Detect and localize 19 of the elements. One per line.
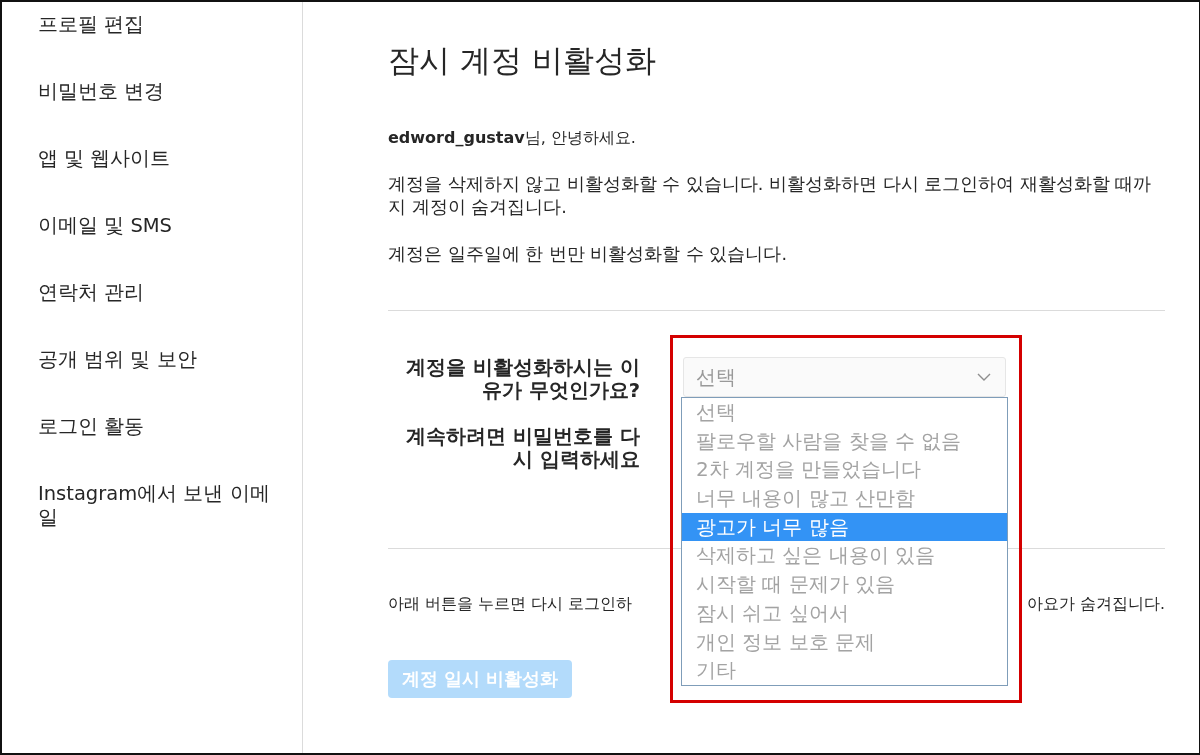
reason-label: 계정을 비활성화하시는 이유가 무엇인가요? — [405, 356, 640, 402]
sidebar-item[interactable]: 비밀번호 변경 — [2, 80, 280, 104]
dropdown-option[interactable]: 광고가 너무 많음 — [682, 512, 1007, 542]
notice-text: 아래 버튼을 누르면 다시 로그인하 — [388, 594, 632, 615]
password-label: 계속하려면 비밀번호를 다시 입력하세요 — [405, 425, 640, 471]
sidebar-item[interactable]: 이메일 및 SMS — [2, 214, 280, 238]
sidebar-item[interactable]: 연락처 관리 — [2, 281, 280, 305]
chevron-down-icon — [977, 373, 991, 381]
sidebar-item[interactable]: 로그인 활동 — [2, 415, 280, 439]
sidebar-item[interactable]: Instagram에서 보낸 이메일 — [2, 482, 280, 530]
sidebar-item[interactable]: 프로필 편집 — [2, 13, 280, 37]
sidebar-item[interactable]: 공개 범위 및 보안 — [2, 348, 280, 372]
info-paragraph: 계정은 일주일에 한 번만 비활성화할 수 있습니다. — [388, 243, 788, 266]
sidebar-item[interactable]: 앱 및 웹사이트 — [2, 147, 280, 171]
greeting-text: edword_gustav님, 안녕하세요. — [388, 127, 637, 149]
notice-text: 아요가 숨겨집니다. — [1027, 594, 1165, 615]
reason-select[interactable]: 선택 — [683, 357, 1006, 397]
info-paragraph: 계정을 삭제하지 않고 비활성화할 수 있습니다. 비활성화하면 다시 로그인하여 재활성화할 때까지 계정이 숨겨집니다. — [388, 173, 1153, 219]
page-title: 잠시 계정 비활성화 — [388, 42, 657, 78]
